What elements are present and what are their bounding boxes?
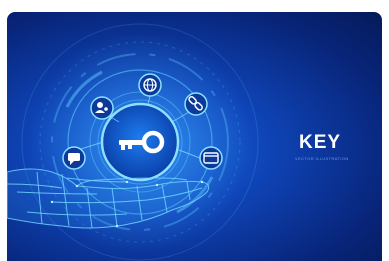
chat-icon <box>62 146 86 170</box>
link-icon <box>184 92 208 116</box>
globe-icon <box>138 73 162 97</box>
illustration-card: KEY VECTOR ILLUSTRATION <box>7 12 382 261</box>
illustration-title: KEY <box>299 132 342 153</box>
card-icon <box>199 146 223 170</box>
illustration-subtitle: VECTOR ILLUSTRATION <box>295 156 349 161</box>
user-icon <box>90 96 114 120</box>
